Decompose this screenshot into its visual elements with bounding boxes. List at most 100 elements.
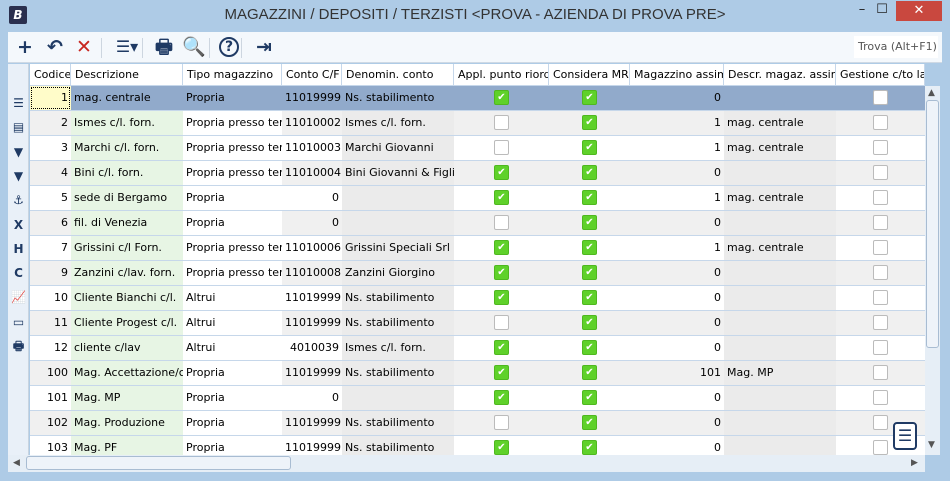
table-row[interactable]: 1 mag. centrale Propria 11019999 Ns. stabili… bbox=[30, 86, 925, 111]
mrp-checkbox[interactable]: ✔ bbox=[582, 439, 597, 455]
anchor-icon[interactable]: ⚓ bbox=[10, 192, 27, 209]
mrp-checkbox[interactable]: ✔ bbox=[582, 414, 597, 430]
cell-tipo[interactable]: Propria bbox=[183, 86, 282, 110]
menu-icon[interactable]: ☰▾ bbox=[110, 35, 144, 59]
cell-descr_mag[interactable] bbox=[724, 436, 836, 455]
monitor-icon[interactable]: ▭ bbox=[10, 314, 27, 331]
appl-checkbox[interactable] bbox=[494, 139, 509, 155]
cell-codice[interactable]: 103 bbox=[30, 436, 71, 455]
find-button[interactable]: Trova (Alt+F1) bbox=[854, 36, 938, 58]
cell-descr[interactable]: Cliente Bianchi c/l. bbox=[71, 286, 183, 310]
column-header[interactable]: Codice bbox=[30, 64, 71, 85]
cell-conto[interactable]: 11010008 bbox=[282, 261, 342, 285]
gest-checkbox[interactable] bbox=[873, 114, 888, 130]
column-header[interactable]: Considera MRP bbox=[549, 64, 630, 85]
cell-conto[interactable]: 11010003 bbox=[282, 136, 342, 160]
appl-checkbox[interactable]: ✔ bbox=[494, 389, 509, 405]
scroll-left-icon[interactable]: ◀ bbox=[13, 458, 20, 468]
mrp-checkbox[interactable]: ✔ bbox=[582, 89, 597, 105]
cell-codice[interactable]: 11 bbox=[30, 311, 71, 335]
cell-denom[interactable]: Ns. stabilimento bbox=[342, 411, 454, 435]
filter-icon[interactable]: ▼ bbox=[10, 144, 27, 161]
print-icon[interactable]: 🖶 bbox=[151, 35, 177, 59]
cell-descr_mag[interactable]: mag. centrale bbox=[724, 136, 836, 160]
mrp-checkbox[interactable]: ✔ bbox=[582, 364, 597, 380]
cell-tipo[interactable]: Altrui bbox=[183, 286, 282, 310]
cell-codice[interactable]: 5 bbox=[30, 186, 71, 210]
cell-descr[interactable]: Cliente Progest c/l. bbox=[71, 311, 183, 335]
add-icon[interactable]: + bbox=[12, 35, 38, 59]
appl-checkbox[interactable] bbox=[494, 314, 509, 330]
exit-icon[interactable]: ⇥ bbox=[251, 35, 277, 59]
undo-icon[interactable]: ↶ bbox=[42, 35, 68, 59]
cell-descr_mag[interactable]: mag. centrale bbox=[724, 111, 836, 135]
cell-descr[interactable]: sede di Bergamo bbox=[71, 186, 183, 210]
cell-codice[interactable]: 3 bbox=[30, 136, 71, 160]
cell-descr[interactable]: cliente c/lav bbox=[71, 336, 183, 360]
table-row[interactable]: 11 Cliente Progest c/l. Altrui 11019999 Ns. … bbox=[30, 311, 925, 336]
appl-checkbox[interactable]: ✔ bbox=[494, 189, 509, 205]
gest-checkbox[interactable] bbox=[873, 364, 888, 380]
appl-checkbox[interactable] bbox=[494, 214, 509, 230]
column-header[interactable]: Gestione c/to lav. bbox=[836, 64, 925, 85]
cell-mag[interactable]: 0 bbox=[630, 436, 724, 455]
close-button[interactable]: ✕ bbox=[896, 1, 942, 21]
cell-mag[interactable]: 1 bbox=[630, 186, 724, 210]
mrp-checkbox[interactable]: ✔ bbox=[582, 214, 597, 230]
cell-tipo[interactable]: Propria bbox=[183, 361, 282, 385]
cell-denom[interactable]: Ns. stabilimento bbox=[342, 86, 454, 110]
cell-mag[interactable]: 101 bbox=[630, 361, 724, 385]
mrp-checkbox[interactable]: ✔ bbox=[582, 239, 597, 255]
cell-mag[interactable]: 1 bbox=[630, 136, 724, 160]
cell-denom[interactable]: Ismes c/l. forn. bbox=[342, 111, 454, 135]
cell-codice[interactable]: 102 bbox=[30, 411, 71, 435]
appl-checkbox[interactable]: ✔ bbox=[494, 264, 509, 280]
cell-denom[interactable] bbox=[342, 186, 454, 210]
column-header[interactable]: Appl. punto riord. bbox=[454, 64, 549, 85]
table-row[interactable]: 101 Mag. MP Propria 0 ✔ ✔ 0 bbox=[30, 386, 925, 411]
cell-mag[interactable]: 0 bbox=[630, 161, 724, 185]
print-icon[interactable]: 🖶 bbox=[10, 338, 27, 355]
export-x-icon[interactable]: X bbox=[10, 217, 27, 234]
cell-conto[interactable]: 11019999 bbox=[282, 286, 342, 310]
cell-codice[interactable]: 2 bbox=[30, 111, 71, 135]
export-c-icon[interactable]: C bbox=[10, 265, 27, 282]
horizontal-scroll-thumb[interactable] bbox=[26, 456, 291, 470]
gest-checkbox[interactable] bbox=[873, 414, 888, 430]
cell-mag[interactable]: 1 bbox=[630, 236, 724, 260]
vertical-scroll-thumb[interactable] bbox=[926, 100, 939, 348]
column-header[interactable]: Conto C/F bbox=[282, 64, 342, 85]
horizontal-scrollbar[interactable]: ◀ ▶ bbox=[8, 455, 925, 472]
mrp-checkbox[interactable]: ✔ bbox=[582, 164, 597, 180]
cell-denom[interactable]: Marchi Giovanni bbox=[342, 136, 454, 160]
table-row[interactable]: 102 Mag. Produzione Propria 11019999 Ns. sta… bbox=[30, 411, 925, 436]
column-header[interactable]: Descr. magaz. assim. bbox=[724, 64, 836, 85]
cell-descr_mag[interactable] bbox=[724, 211, 836, 235]
table-row[interactable]: 4 Bini c/l. forn. Propria presso terzi 1101… bbox=[30, 161, 925, 186]
cell-conto[interactable]: 11010002 bbox=[282, 111, 342, 135]
export-h-icon[interactable]: H bbox=[10, 241, 27, 258]
table-row[interactable]: 5 sede di Bergamo Propria 0 ✔ ✔ 1 mag. centrale bbox=[30, 186, 925, 211]
list-icon[interactable]: ☰ bbox=[10, 95, 27, 112]
cell-descr_mag[interactable] bbox=[724, 86, 836, 110]
cell-descr_mag[interactable] bbox=[724, 386, 836, 410]
mrp-checkbox[interactable]: ✔ bbox=[582, 289, 597, 305]
cell-codice[interactable]: 101 bbox=[30, 386, 71, 410]
column-header[interactable]: Denomin. conto bbox=[342, 64, 454, 85]
mrp-checkbox[interactable]: ✔ bbox=[582, 114, 597, 130]
cell-denom[interactable]: Grissini Speciali Srl bbox=[342, 236, 454, 260]
mrp-checkbox[interactable]: ✔ bbox=[582, 189, 597, 205]
table-row[interactable]: 6 fil. di Venezia Propria 0 ✔ 0 bbox=[30, 211, 925, 236]
cell-codice[interactable]: 6 bbox=[30, 211, 71, 235]
cell-descr_mag[interactable] bbox=[724, 261, 836, 285]
cell-conto[interactable]: 0 bbox=[282, 386, 342, 410]
cell-tipo[interactable]: Propria bbox=[183, 386, 282, 410]
cell-denom[interactable]: Ns. stabilimento bbox=[342, 436, 454, 455]
table-row[interactable]: 9 Zanzini c/lav. forn. Propria presso terz… bbox=[30, 261, 925, 286]
cell-tipo[interactable]: Propria presso terzi bbox=[183, 236, 282, 260]
appl-checkbox[interactable]: ✔ bbox=[494, 289, 509, 305]
table-row[interactable]: 100 Mag. Accettazione/cq Propria 11019999 Ns… bbox=[30, 361, 925, 386]
table-row[interactable]: 12 cliente c/lav Altrui 4010039 Ismes c/l. f… bbox=[30, 336, 925, 361]
cell-mag[interactable]: 0 bbox=[630, 211, 724, 235]
cell-denom[interactable]: Ns. stabilimento bbox=[342, 286, 454, 310]
